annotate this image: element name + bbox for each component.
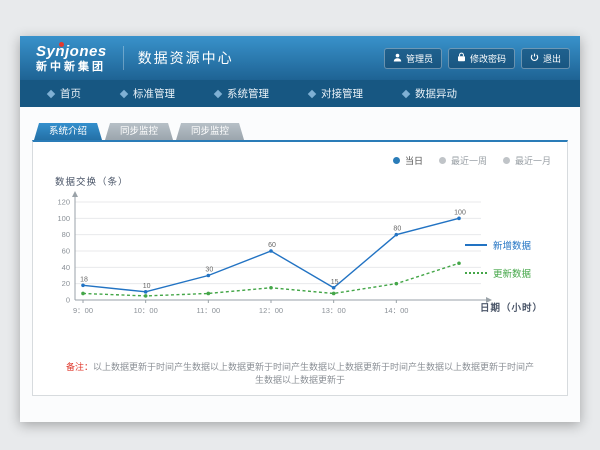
dot-icon: [439, 157, 446, 164]
diamond-icon: [214, 89, 222, 97]
nav-item-docking-mgmt[interactable]: 对接管理: [289, 80, 383, 107]
user-button[interactable]: 管理员: [384, 48, 442, 69]
svg-text:100: 100: [57, 214, 70, 223]
logout-button-label: 退出: [543, 52, 561, 65]
legend-update-data[interactable]: 更新数据: [465, 266, 553, 280]
nav-item-home[interactable]: 首页: [28, 80, 101, 107]
svg-text:60: 60: [62, 247, 70, 256]
logo-text: Synjones: [36, 44, 107, 59]
dashed-line-icon: [465, 272, 487, 274]
nav-item-label: 系统管理: [227, 86, 269, 101]
svg-text:9：00: 9：00: [73, 306, 93, 315]
svg-text:20: 20: [62, 279, 70, 288]
filter-last-month[interactable]: 最近一月: [503, 154, 551, 167]
tab-sync-monitor-2[interactable]: 同步监控: [176, 123, 244, 140]
svg-text:80: 80: [62, 230, 70, 239]
diamond-icon: [308, 89, 316, 97]
svg-text:12：00: 12：00: [259, 306, 283, 315]
change-password-button-label: 修改密码: [470, 52, 506, 65]
nav-item-data-change[interactable]: 数据异动: [383, 80, 477, 107]
nav-item-label: 对接管理: [321, 86, 363, 101]
svg-text:18: 18: [80, 276, 88, 283]
nav-item-label: 首页: [60, 86, 81, 101]
nav-item-system-mgmt[interactable]: 系统管理: [195, 80, 289, 107]
power-icon: [530, 53, 539, 64]
nav-item-label: 标准管理: [133, 86, 175, 101]
nav-item-standard-mgmt[interactable]: 标准管理: [101, 80, 195, 107]
footnote: 备注：以上数据更新于时间产生数据以上数据更新于时间产生数据以上数据更新于时间产生…: [33, 360, 567, 386]
footnote-body: 以上数据更新于时间产生数据以上数据更新于时间产生数据以上数据更新于时间产生数据以…: [93, 362, 534, 385]
filter-last-week[interactable]: 最近一周: [439, 154, 487, 167]
dot-icon: [393, 157, 400, 164]
chart-panel: 当日 最近一周 最近一月 数据交换（条） 0 20 40 60 80 100 120 9：00…: [32, 140, 568, 396]
app-title: 数据资源中心: [123, 46, 234, 70]
solid-line-icon: [465, 244, 487, 246]
header: Synjones 新中新集团 数据资源中心 管理员 修改密码 退出: [20, 36, 580, 80]
nav-item-label: 数据异动: [415, 86, 457, 101]
line-chart: 0 20 40 60 80 100 120 9：00 10：00 11：00 12：00 13：00 1…: [43, 188, 495, 324]
filter-today[interactable]: 当日: [393, 154, 423, 167]
person-icon: [393, 53, 402, 64]
series-legend: 新增数据 更新数据: [465, 238, 553, 280]
svg-text:0: 0: [66, 296, 70, 305]
svg-text:120: 120: [57, 198, 70, 207]
svg-text:10：00: 10：00: [134, 306, 158, 315]
app-window: Synjones 新中新集团 数据资源中心 管理员 修改密码 退出: [20, 36, 580, 422]
svg-text:60: 60: [268, 242, 276, 249]
svg-text:11：00: 11：00: [197, 306, 221, 315]
diamond-icon: [47, 89, 55, 97]
svg-text:100: 100: [454, 209, 466, 216]
header-actions: 管理员 修改密码 退出: [384, 48, 570, 69]
logo-subtext: 新中新集团: [36, 62, 107, 73]
svg-text:40: 40: [62, 263, 70, 272]
main-nav: 首页 标准管理 系统管理 对接管理 数据异动: [20, 80, 580, 107]
filter-label: 最近一周: [451, 154, 487, 167]
svg-text:30: 30: [205, 267, 213, 274]
logo: Synjones 新中新集团: [36, 44, 107, 73]
svg-text:13：00: 13：00: [322, 306, 346, 315]
filter-label: 当日: [405, 154, 423, 167]
svg-text:10: 10: [143, 283, 151, 290]
y-axis-title: 数据交换（条）: [55, 174, 129, 188]
legend-new-data[interactable]: 新增数据: [465, 238, 553, 252]
logo-star-icon: [59, 42, 64, 47]
filter-label: 最近一月: [515, 154, 551, 167]
svg-text:80: 80: [393, 226, 401, 233]
diamond-icon: [402, 89, 410, 97]
legend-label: 新增数据: [493, 238, 531, 252]
footnote-prefix: 备注：: [66, 362, 93, 372]
diamond-icon: [120, 89, 128, 97]
tab-system-intro[interactable]: 系统介绍: [34, 123, 102, 140]
svg-text:14：00: 14：00: [384, 306, 408, 315]
logout-button[interactable]: 退出: [521, 48, 570, 69]
svg-text:15: 15: [331, 279, 339, 286]
legend-label: 更新数据: [493, 266, 531, 280]
change-password-button[interactable]: 修改密码: [448, 48, 515, 69]
content-area: 系统介绍 同步监控 同步监控 当日 最近一周 最近一月 数据交换（条）: [20, 107, 580, 422]
lock-icon: [457, 52, 466, 64]
period-filter-legend: 当日 最近一周 最近一月: [393, 154, 551, 167]
user-button-label: 管理员: [406, 52, 433, 65]
tab-sync-monitor-1[interactable]: 同步监控: [105, 123, 173, 140]
tab-bar: 系统介绍 同步监控 同步监控: [34, 123, 568, 140]
x-axis-title: 日期（小时）: [480, 300, 543, 314]
dot-icon: [503, 157, 510, 164]
